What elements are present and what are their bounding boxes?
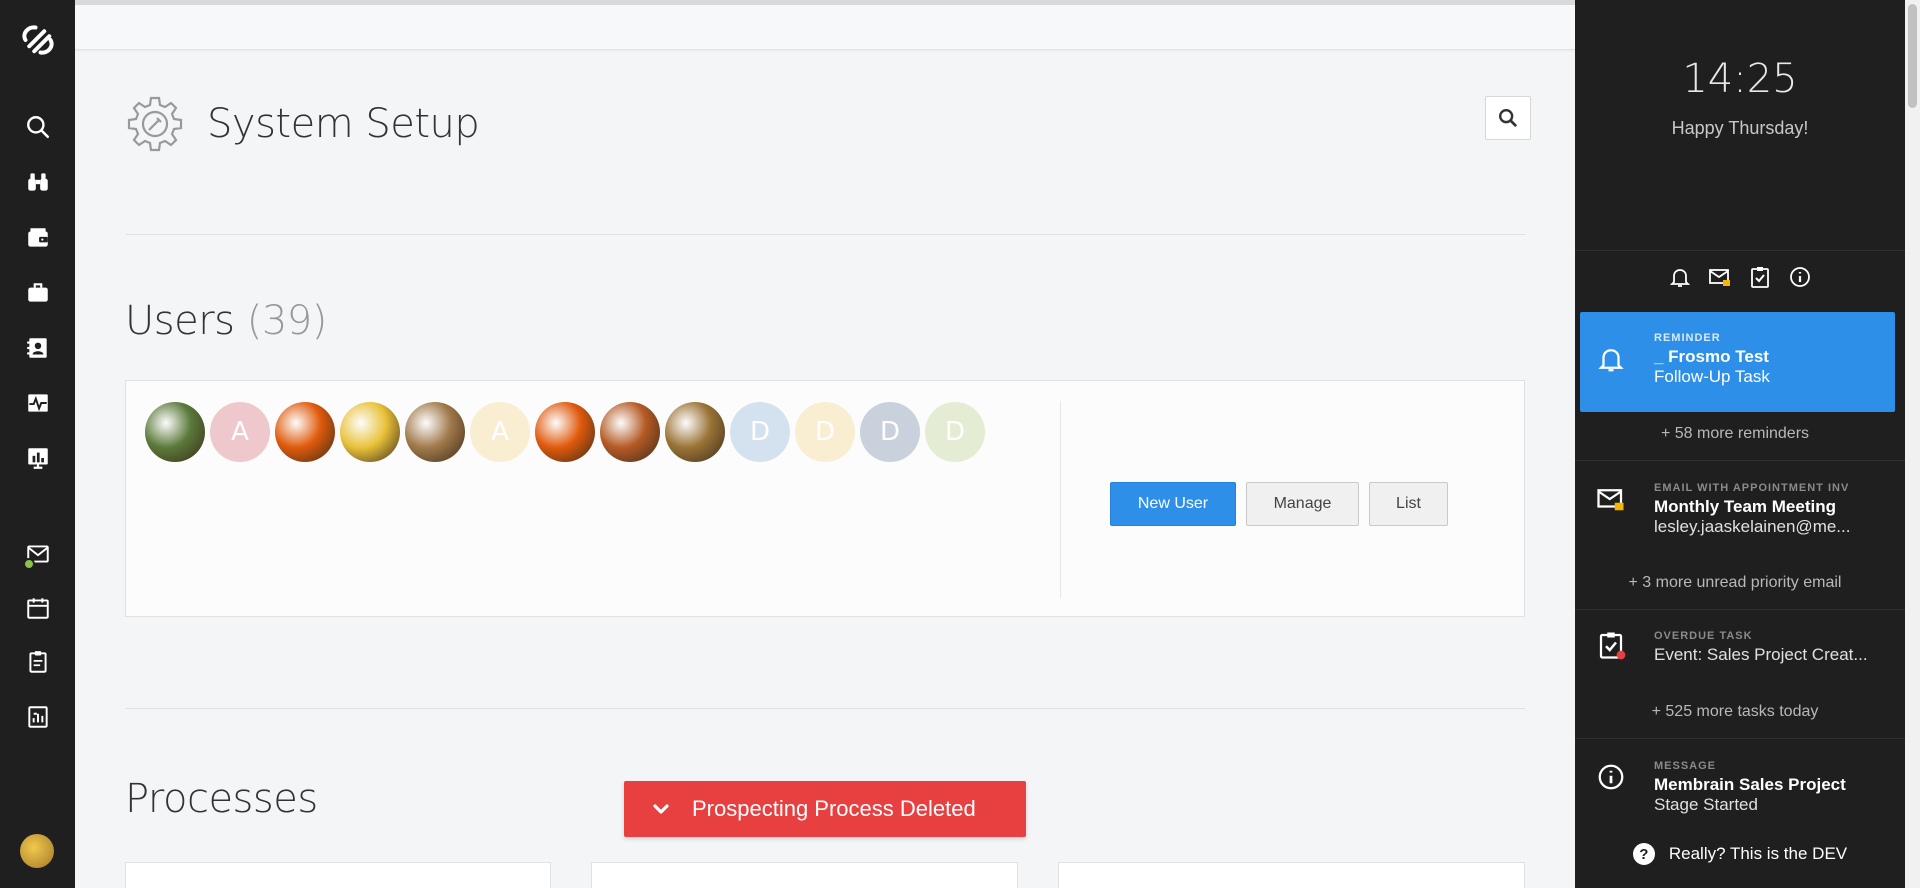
wallet-icon[interactable] — [0, 216, 75, 260]
notification-kind: EMAIL WITH APPOINTMENT INV — [1654, 482, 1850, 494]
more-tasks-link[interactable]: + 525 more tasks today — [1575, 703, 1895, 721]
chevron-down-icon[interactable] — [646, 799, 676, 819]
user-avatar[interactable] — [405, 402, 465, 462]
bell-icon — [1598, 349, 1624, 372]
user-avatar[interactable] — [535, 402, 595, 462]
mail-icon[interactable] — [0, 532, 75, 576]
notification-subtitle: Stage Started — [1654, 795, 1758, 814]
users-title: Users — [125, 298, 235, 344]
notification-title: Membrain Sales Project — [1654, 775, 1846, 794]
search-icon — [1499, 109, 1517, 127]
page-title: System Setup — [207, 101, 480, 147]
clipboard-icon[interactable] — [0, 640, 75, 684]
calendar-icon[interactable] — [0, 586, 75, 630]
current-user-avatar[interactable] — [20, 834, 54, 868]
notification-title: Monthly Team Meeting — [1654, 497, 1836, 516]
page-search-button[interactable] — [1485, 96, 1531, 140]
processes-title: Processes — [125, 776, 318, 822]
chart-board-icon[interactable] — [0, 436, 75, 480]
notification-kind: REMINDER — [1654, 332, 1721, 344]
settings-gear-icon — [127, 96, 183, 152]
task-icon[interactable] — [1747, 264, 1773, 290]
notification-kind: OVERDUE TASK — [1654, 630, 1753, 642]
notification-kind: MESSAGE — [1654, 760, 1717, 772]
task-alert-icon — [1599, 632, 1626, 660]
page-scrollbar[interactable] — [1905, 0, 1920, 888]
activity-icon[interactable] — [0, 381, 75, 425]
clock: 14:25 — [1682, 56, 1798, 102]
panel-divider — [1575, 609, 1905, 610]
notification-toast[interactable]: Prospecting Process Deleted — [624, 781, 1026, 837]
main-content: System Setup Users (39) A A D D D D New User … — [75, 0, 1575, 888]
user-avatar[interactable]: D — [925, 402, 985, 462]
scrollbar-thumb[interactable] — [1908, 4, 1917, 108]
process-card[interactable] — [1058, 862, 1525, 888]
user-avatar[interactable]: D — [795, 402, 855, 462]
help-footer-text: Really? This is the DEV — [1668, 844, 1848, 863]
panel-divider — [1575, 250, 1905, 251]
more-emails-link[interactable]: + 3 more unread priority email — [1575, 574, 1895, 592]
reminder-notification[interactable]: REMINDER _ Frosmo Test Follow-Up Task — [1580, 312, 1895, 412]
user-avatar[interactable] — [600, 402, 660, 462]
user-avatar[interactable]: D — [730, 402, 790, 462]
process-card[interactable] — [125, 862, 551, 888]
contacts-icon[interactable] — [0, 326, 75, 370]
avatar-initial: A — [491, 417, 509, 447]
avatar-initial: D — [944, 417, 966, 447]
user-avatar[interactable]: A — [470, 402, 530, 462]
overdue-task-notification[interactable]: OVERDUE TASK Event: Sales Project Creat.… — [1580, 620, 1895, 690]
notification-subtitle: Event: Sales Project Creat... — [1654, 645, 1868, 664]
help-footer[interactable]: ? Really? This is the DEV — [1575, 820, 1905, 888]
list-button[interactable]: List — [1369, 482, 1448, 526]
right-panel: 14:25 Happy Thursday! REMINDER _ Frosmo … — [1575, 0, 1905, 888]
bell-icon[interactable] — [1667, 264, 1693, 290]
help-question-icon: ? — [1632, 843, 1655, 865]
user-avatar-list: AADDDD — [145, 402, 990, 462]
info-icon — [1598, 764, 1624, 790]
notification-subtitle: Follow-Up Task — [1654, 367, 1770, 386]
search-icon[interactable] — [0, 105, 75, 149]
page-header: System Setup — [125, 94, 480, 154]
card-separator — [1060, 401, 1061, 598]
avatar-initial: D — [749, 417, 771, 447]
avatar-initial: D — [879, 417, 901, 447]
manage-button[interactable]: Manage — [1246, 482, 1359, 526]
section-divider — [125, 708, 1525, 709]
notification-subtitle: lesley.jaaskelainen@me... — [1654, 517, 1851, 536]
section-divider — [125, 234, 1525, 235]
panel-filter-icons — [1575, 264, 1905, 290]
user-avatar[interactable]: A — [210, 402, 270, 462]
more-reminders-link[interactable]: + 58 more reminders — [1575, 425, 1895, 443]
user-avatar[interactable] — [275, 402, 335, 462]
mail-lock-icon — [1597, 489, 1624, 511]
process-card[interactable] — [591, 862, 1018, 888]
email-notification[interactable]: EMAIL WITH APPOINTMENT INV Monthly Team … — [1580, 470, 1895, 560]
briefcase-icon[interactable] — [0, 271, 75, 315]
user-avatar[interactable]: D — [860, 402, 920, 462]
user-avatar[interactable] — [340, 402, 400, 462]
panel-divider — [1575, 738, 1905, 739]
notification-title: _ Frosmo Test — [1654, 347, 1769, 366]
users-count: (39) — [246, 298, 328, 344]
users-card: A A D D D D New User Manage List — [125, 380, 1525, 617]
users-heading: Users (39) — [125, 298, 327, 344]
new-user-button[interactable]: New User — [1110, 482, 1236, 526]
toast-message: Prospecting Process Deleted — [692, 796, 976, 821]
report-icon[interactable] — [0, 695, 75, 739]
user-avatar[interactable] — [145, 402, 205, 462]
left-nav — [0, 0, 75, 888]
message-notification[interactable]: MESSAGE Membrain Sales Project Stage Sta… — [1580, 750, 1895, 820]
info-icon[interactable] — [1787, 264, 1813, 290]
mail-lock-icon[interactable] — [1707, 264, 1733, 290]
panel-divider — [1575, 460, 1905, 461]
binoculars-icon[interactable] — [0, 160, 75, 204]
avatar-initial: A — [231, 417, 249, 447]
user-avatar[interactable] — [665, 402, 725, 462]
top-bar — [75, 5, 1575, 50]
avatar-initial: D — [814, 417, 836, 447]
logo-icon[interactable] — [0, 16, 75, 64]
online-status-dot — [23, 558, 35, 570]
greeting: Happy Thursday! — [1671, 118, 1809, 138]
